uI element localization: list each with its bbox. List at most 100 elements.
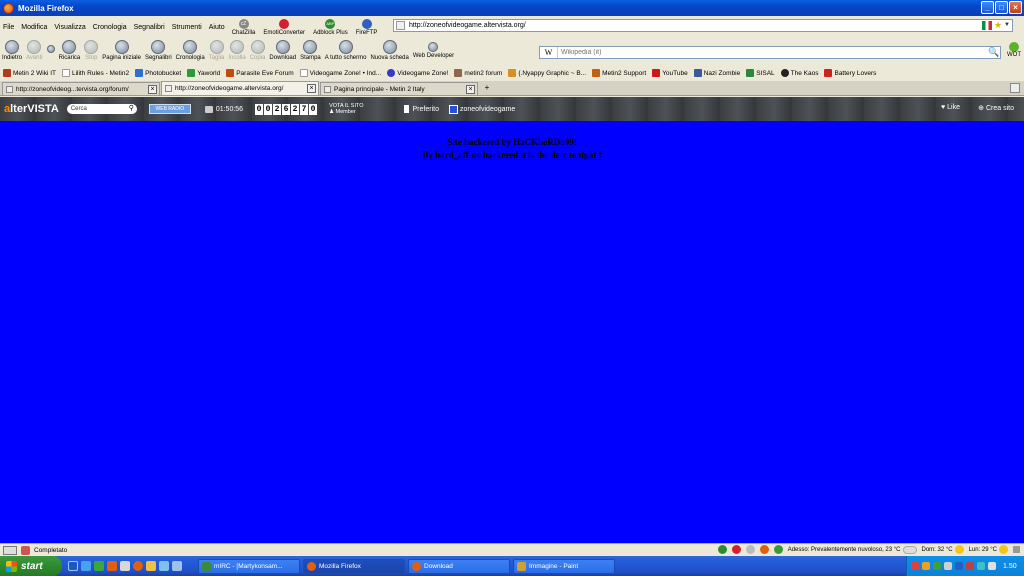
bookmark-item[interactable]: SISAL [746,69,775,77]
address-bar[interactable]: http://zoneofvideogame.altervista.org/ ★… [393,19,1013,32]
tray-icon[interactable] [911,562,919,570]
like-button[interactable]: ♥ Like [941,104,960,111]
bookmark-item[interactable]: Yaworld [187,69,220,77]
resize-grip-icon[interactable] [1013,546,1020,553]
bookmark-item[interactable]: The Kaos [780,69,818,77]
volume-icon[interactable] [988,562,996,570]
tab-forum[interactable]: http://zoneofvideog...tervista.org/forum… [2,82,160,95]
stop-button[interactable]: Stop [84,40,99,61]
chatzilla-button[interactable]: cZ ChatZilla [232,18,255,36]
tab-close-icon[interactable]: × [148,85,157,94]
maximize-button[interactable]: □ [995,1,1008,14]
outlook-icon[interactable] [68,561,78,571]
address-url[interactable]: http://zoneofvideogame.altervista.org/ [409,22,526,29]
status-panel-icon[interactable] [3,545,17,555]
web-radio-badge[interactable]: WEB RADIO [148,104,191,114]
back-button[interactable]: Indietro [2,40,22,61]
messenger-icon[interactable] [94,561,104,571]
taskbar-item-paint[interactable]: Immagine - Paint [513,558,615,574]
search-icon[interactable]: ⚲ [129,104,134,112]
cut-button[interactable]: Taglia [209,40,224,61]
more-icon[interactable] [172,561,182,571]
bookmark-item[interactable]: Lilith Rules - Metin2 [61,69,129,77]
bookmark-item[interactable]: metin2 forum [454,69,502,77]
home-button[interactable]: Pagina iniziale [102,40,141,61]
tab-metin2[interactable]: Pagina principale - Metin 2 Italy × [320,82,478,95]
minimize-button[interactable]: _ [981,1,994,14]
tray-icon[interactable] [922,562,930,570]
media-player-icon[interactable] [107,561,117,571]
tray-icon[interactable] [977,562,985,570]
hacked-message-link[interactable]: By hard_aff-uc hackered.it is the dc-c t… [0,150,1024,160]
adblock-status-icon[interactable] [717,545,727,554]
bookmark-item[interactable]: Battery Lovers [824,69,876,77]
menu-visualizza[interactable]: Visualizza [54,24,85,31]
history-dropdown-button[interactable] [46,45,55,54]
weather-dom[interactable]: Dom: 32 °C [922,545,964,554]
weather-now[interactable]: Adesso: Prevalentemente nuvoloso, 23 °C [788,545,917,554]
vote-site-button[interactable]: VOTA IL SITO ♟ Member [329,103,363,115]
create-site-button[interactable]: ⊕ Crea sito [978,104,1014,112]
tray-icon[interactable] [966,562,974,570]
tab-close-icon[interactable]: × [466,85,475,94]
cc-status-icon[interactable] [745,545,755,554]
fullscreen-button[interactable]: A tutto schermo [325,40,366,61]
tab-close-icon[interactable]: × [307,84,316,93]
history-button[interactable]: Cronologia [176,40,205,61]
print-button[interactable]: Stampa [300,40,321,61]
site-name-link[interactable]: zoneofvideogame [448,104,515,114]
reload-button[interactable]: Ricarica [59,40,80,61]
wot-button[interactable]: WOT [1007,42,1021,58]
firefox-quick-icon[interactable] [133,561,143,571]
taskbar-item-firefox[interactable]: Mozilla Firefox [303,558,405,574]
altervista-search-input[interactable]: Cerca ⚲ [66,104,137,114]
new-tab-button[interactable]: Nuova scheda [370,40,409,61]
taskbar-item-mirc[interactable]: mIRC - [Martykonsam... [198,558,300,574]
folder-icon[interactable] [146,561,156,571]
search-input[interactable] [561,49,961,56]
weather-lun[interactable]: Lun: 29 °C [969,545,1008,554]
menu-aiuto[interactable]: Aiuto [209,24,225,31]
download-button[interactable]: Download [269,40,296,61]
bookmarks-button[interactable]: Segnalibri [145,40,172,61]
paint-quick-icon[interactable] [159,561,169,571]
bookmark-item[interactable]: {.Nyappy Graphic ~ B... [508,69,586,77]
menu-cronologia[interactable]: Cronologia [93,24,127,31]
msn-icon[interactable] [120,561,130,571]
paste-button[interactable]: Incolla [228,40,246,61]
altervista-logo[interactable]: alterVISTA [4,103,59,115]
bookmark-star-icon[interactable]: ★ [994,21,1002,30]
wikipedia-engine-icon[interactable]: W [540,47,558,58]
tray-icon[interactable] [955,562,963,570]
tray-icon[interactable] [933,562,941,570]
firefox-status-icon[interactable] [759,545,769,554]
adblock-plus-button[interactable]: ABP Adblock Plus [313,18,348,36]
menu-segnalibri[interactable]: Segnalibri [134,24,165,31]
bookmark-item[interactable]: Nazi Zombie [693,69,740,77]
bookmark-item[interactable]: Parasite Eve Forum [226,69,294,77]
tab-list-icon[interactable] [1010,83,1020,93]
bookmark-item[interactable]: YouTube [652,69,688,77]
search-magnifier-icon[interactable]: 🔍 [988,47,999,58]
tab-homepage[interactable]: http://zoneofvideogame.altervista.org/ × [161,81,319,95]
system-clock[interactable]: 1.50 [1003,563,1017,570]
web-developer-button[interactable]: Web Developer [413,42,454,59]
internet-explorer-icon[interactable] [81,561,91,571]
copy-button[interactable]: Copia [250,40,265,61]
start-button[interactable]: start [0,556,62,576]
status-addon-icon[interactable] [21,545,30,555]
bookmark-item[interactable]: Videogame Zone! • Ind... [299,69,381,77]
bookmark-item[interactable]: Metin2 Support [592,69,646,77]
emoticon-status-icon[interactable] [731,545,741,554]
close-button[interactable]: × [1009,1,1022,14]
bookmark-item[interactable]: Metin 2 Wiki IT [3,69,56,77]
emoticonverter-button[interactable]: EmotiConverter [263,18,305,36]
bookmark-item[interactable]: Photobucket [135,69,181,77]
preferito-button[interactable]: Preferito [403,105,439,113]
menu-modifica[interactable]: Modifica [21,24,47,31]
forward-button[interactable]: Avanti [26,40,43,61]
menu-strumenti[interactable]: Strumenti [172,24,202,31]
tray-icon[interactable] [944,562,952,570]
new-tab-plus-icon[interactable]: + [481,82,493,94]
dropdown-arrow-icon[interactable]: ▼ [1004,21,1010,30]
